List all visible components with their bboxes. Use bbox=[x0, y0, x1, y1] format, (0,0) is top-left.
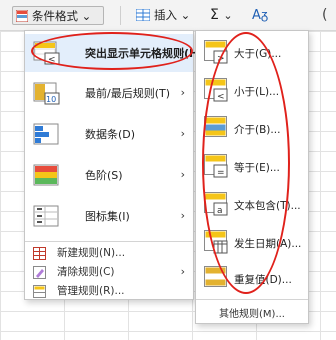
duplicate-values-icon bbox=[204, 266, 227, 287]
chevron-right-icon: › bbox=[180, 168, 185, 181]
ribbon-separator bbox=[120, 6, 121, 25]
highlight-cells-submenu: > 大于(G)... < 小于(L)... 介于(B)... = 等于(E)..… bbox=[195, 30, 309, 324]
menu-item-color-scales[interactable]: 色阶(S) › bbox=[25, 157, 193, 195]
submenu-item-equal-to[interactable]: = 等于(E)... bbox=[196, 147, 308, 187]
submenu-item-duplicate-values[interactable]: 重复值(D)... bbox=[196, 259, 308, 299]
submenu-item-label: 小于(L)... bbox=[234, 86, 280, 98]
less-than-icon: < bbox=[204, 78, 228, 102]
top-bottom-rules-icon: 10 bbox=[33, 82, 60, 105]
submenu-item-label: 文本包含(T)... bbox=[234, 200, 301, 212]
manage-rules-icon bbox=[33, 285, 46, 298]
submenu-item-greater-than[interactable]: > 大于(G)... bbox=[196, 33, 308, 73]
submenu-item-text-contains[interactable]: a 文本包含(T)... bbox=[196, 185, 308, 225]
chevron-down-icon: ⌄ bbox=[81, 9, 92, 23]
autosum-button[interactable]: Σ ⌄ bbox=[210, 6, 233, 25]
text-contains-icon: a bbox=[204, 192, 228, 216]
menu-item-clear-rules[interactable]: 清除规则(C) › bbox=[25, 263, 193, 281]
menu-item-label: 图标集(I) bbox=[85, 210, 130, 223]
data-bars-icon bbox=[33, 123, 59, 145]
svg-text:<: < bbox=[48, 55, 56, 65]
menu-item-label: 色阶(S) bbox=[85, 169, 123, 182]
sort-filter-button[interactable]: Aᵹ bbox=[252, 6, 268, 25]
submenu-item-less-than[interactable]: < 小于(L)... bbox=[196, 71, 308, 111]
chevron-down-icon: ⌄ bbox=[180, 8, 191, 22]
equal-to-icon: = bbox=[204, 154, 228, 178]
chevron-right-icon: › bbox=[180, 209, 185, 222]
greater-than-icon: > bbox=[204, 40, 228, 64]
chevron-right-icon: › bbox=[180, 45, 185, 58]
menu-item-data-bars[interactable]: 数据条(D) › bbox=[25, 116, 193, 154]
between-icon bbox=[204, 116, 227, 137]
menu-item-label: 最前/最后规则(T) bbox=[85, 87, 171, 100]
conditional-format-label: 条件格式 bbox=[32, 9, 78, 23]
submenu-item-label: 发生日期(A)... bbox=[234, 238, 302, 250]
svg-text:10: 10 bbox=[46, 95, 56, 104]
menu-item-manage-rules[interactable]: 管理规则(R)... bbox=[25, 282, 193, 300]
sort-filter-icon: Aᵹ bbox=[252, 8, 269, 23]
submenu-separator bbox=[196, 299, 308, 300]
menu-item-label: 管理规则(R)... bbox=[57, 285, 125, 297]
ribbon-toolbar: 条件格式 ⌄ 插入 ⌄ Σ ⌄ Aᵹ ( bbox=[0, 0, 336, 31]
date-occurring-icon bbox=[204, 230, 228, 254]
clear-rules-icon bbox=[33, 266, 46, 279]
new-rule-icon bbox=[33, 247, 46, 260]
submenu-item-more-rules[interactable]: 其他规则(M)... bbox=[196, 305, 308, 320]
submenu-item-label: 大于(G)... bbox=[234, 48, 282, 60]
menu-item-new-rule[interactable]: 新建规则(N)... bbox=[25, 244, 193, 262]
svg-text:a: a bbox=[217, 206, 223, 216]
color-scales-icon bbox=[33, 164, 59, 186]
menu-item-icon-sets[interactable]: 图标集(I) › bbox=[25, 198, 193, 236]
submenu-item-label: 等于(E)... bbox=[234, 162, 280, 174]
find-select-button[interactable]: ( bbox=[322, 6, 327, 25]
menu-item-label: 清除规则(C) bbox=[57, 266, 115, 278]
chevron-right-icon: › bbox=[180, 265, 185, 278]
menu-item-top-bottom-rules[interactable]: 10 最前/最后规则(T) › bbox=[25, 75, 193, 113]
svg-text:>: > bbox=[217, 54, 225, 64]
submenu-item-between[interactable]: 介于(B)... bbox=[196, 109, 308, 149]
menu-item-label: 数据条(D) bbox=[85, 128, 136, 141]
chevron-down-icon: ⌄ bbox=[223, 9, 233, 22]
menu-separator bbox=[25, 241, 193, 242]
conditional-format-menu: < 突出显示单元格规则(H) › 10 最前/最后规则(T) › 数据条(D) … bbox=[24, 30, 203, 300]
menu-item-highlight-cells-rules[interactable]: < 突出显示单元格规则(H) › bbox=[25, 34, 203, 72]
conditional-format-button[interactable]: 条件格式 ⌄ bbox=[12, 6, 104, 25]
insert-label: 插入 bbox=[154, 8, 177, 22]
find-icon: ( bbox=[322, 7, 328, 23]
menu-item-label: 新建规则(N)... bbox=[57, 247, 126, 259]
submenu-item-label: 重复值(D)... bbox=[234, 274, 292, 286]
icon-sets-icon bbox=[33, 205, 59, 227]
sum-icon: Σ bbox=[210, 7, 219, 23]
submenu-item-label: 介于(B)... bbox=[234, 124, 281, 136]
svg-text:=: = bbox=[217, 168, 225, 178]
highlight-cells-rules-icon: < bbox=[33, 41, 60, 65]
conditional-format-icon bbox=[16, 10, 28, 22]
chevron-right-icon: › bbox=[180, 127, 185, 140]
submenu-item-date-occurring[interactable]: 发生日期(A)... bbox=[196, 223, 308, 263]
insert-cells-icon bbox=[136, 9, 150, 21]
chevron-right-icon: › bbox=[180, 86, 185, 99]
menu-item-label: 突出显示单元格规则(H) bbox=[85, 47, 204, 60]
svg-text:<: < bbox=[217, 92, 225, 102]
